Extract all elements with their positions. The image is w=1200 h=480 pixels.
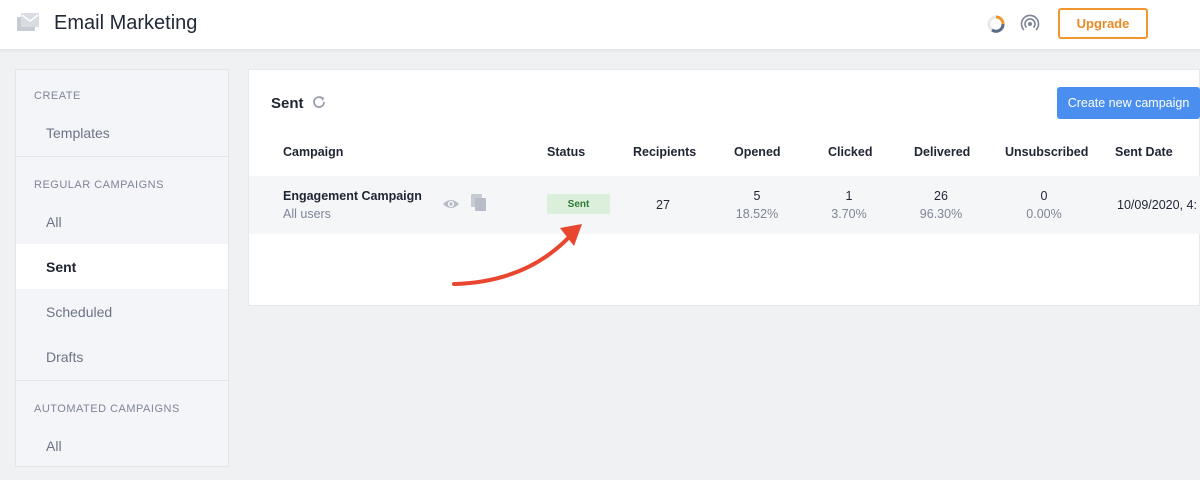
column-header-unsubscribed[interactable]: Unsubscribed: [1005, 145, 1088, 159]
recipients-value: 27: [656, 198, 670, 212]
sidebar-item-all-automated[interactable]: All: [16, 423, 228, 468]
campaign-audience: All users: [283, 207, 331, 221]
column-header-sent-date[interactable]: Sent Date: [1115, 145, 1173, 159]
campaign-name[interactable]: Engagement Campaign: [283, 189, 422, 203]
page-title: Sent: [271, 95, 304, 112]
sent-date-value: 10/09/2020, 4:: [1117, 198, 1197, 212]
status-ring-icon[interactable]: [986, 14, 1006, 34]
sidebar: CREATE Templates REGULAR CAMPAIGNS All S…: [15, 69, 229, 467]
broadcast-icon[interactable]: [1020, 14, 1040, 34]
delivered-percent: 96.30%: [919, 207, 963, 221]
sidebar-divider: [16, 380, 228, 381]
sidebar-item-drafts[interactable]: Drafts: [16, 334, 228, 379]
column-header-delivered[interactable]: Delivered: [914, 145, 970, 159]
column-header-recipients[interactable]: Recipients: [633, 145, 696, 159]
upgrade-button[interactable]: Upgrade: [1058, 8, 1148, 39]
column-header-opened[interactable]: Opened: [734, 145, 781, 159]
unsubscribed-percent: 0.00%: [1026, 207, 1062, 221]
refresh-icon[interactable]: [311, 94, 327, 110]
sidebar-section-automated: AUTOMATED CAMPAIGNS: [34, 403, 180, 415]
unsubscribed-value: 0: [1040, 189, 1048, 203]
app-title: Email Marketing: [54, 12, 198, 34]
sidebar-divider: [16, 156, 228, 157]
delivered-value: 26: [934, 189, 948, 203]
sidebar-item-templates[interactable]: Templates: [16, 110, 228, 155]
top-bar: Email Marketing Upgrade: [0, 0, 1200, 50]
table-row[interactable]: [249, 176, 1200, 234]
create-campaign-button[interactable]: Create new campaign: [1057, 87, 1200, 119]
opened-value: 5: [753, 189, 761, 203]
sidebar-item-all-regular[interactable]: All: [16, 199, 228, 244]
column-header-campaign[interactable]: Campaign: [283, 145, 343, 159]
mail-icon: [17, 13, 39, 31]
clicked-percent: 3.70%: [831, 207, 867, 221]
sidebar-item-scheduled[interactable]: Scheduled: [16, 289, 228, 334]
annotation-arrow: [452, 224, 582, 286]
sidebar-item-sent[interactable]: Sent: [16, 244, 228, 289]
sidebar-section-create: CREATE: [34, 90, 81, 102]
clicked-value: 1: [845, 189, 853, 203]
copy-icon[interactable]: [471, 194, 487, 212]
campaigns-panel: Sent Create new campaign Campaign Status…: [248, 69, 1200, 306]
eye-icon[interactable]: [442, 197, 460, 211]
opened-percent: 18.52%: [735, 207, 779, 221]
sidebar-section-regular: REGULAR CAMPAIGNS: [34, 179, 164, 191]
status-badge: Sent: [547, 194, 610, 214]
column-header-clicked[interactable]: Clicked: [828, 145, 872, 159]
column-header-status[interactable]: Status: [547, 145, 585, 159]
